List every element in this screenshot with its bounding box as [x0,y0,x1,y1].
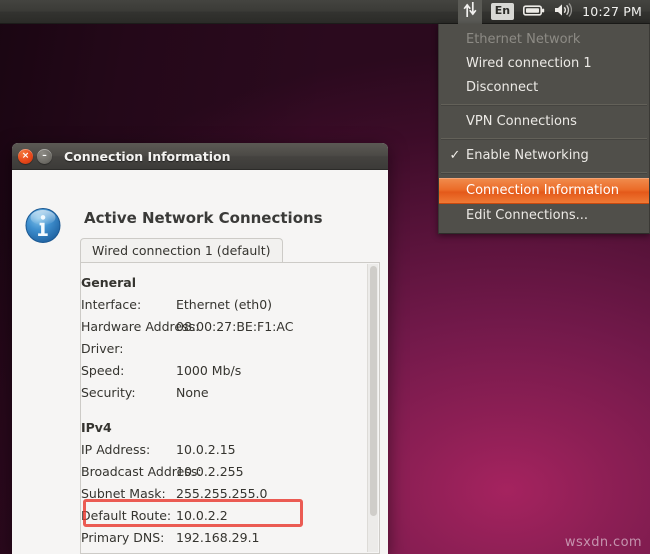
menu-item-vpn-connections[interactable]: VPN Connections [439,110,649,134]
detail-value: 1000 Mb/s [176,362,242,378]
info-icon [22,204,64,246]
detail-value: None [176,384,209,400]
detail-label: Primary DNS: [81,529,165,545]
minimize-button[interactable]: – [37,148,52,164]
scrollbar-thumb[interactable] [370,266,377,516]
detail-value: Ethernet (eth0) [176,296,273,312]
detail-row-ip-address: IP Address: 10.0.2.15 [81,438,376,460]
menu-item-label: Ethernet Network [466,32,581,47]
details-scrollbar[interactable] [367,264,378,552]
detail-label: Hardware Address: [81,318,200,334]
menu-separator [441,104,647,106]
minimize-icon: – [42,151,47,161]
section-title-general: General [81,275,136,290]
network-indicator-button[interactable] [457,0,482,24]
detail-row-subnet-mask: Subnet Mask: 255.255.255.0 [81,482,376,504]
menu-item-label: VPN Connections [466,114,577,129]
detail-value: 192.168.29.1 [176,529,260,545]
details-scroll-area: General Interface: Ethernet (eth0) Hardw… [81,263,379,553]
checkmark-icon: ✓ [449,148,461,163]
notebook-tab-row: Wired connection 1 (default) [80,238,380,263]
detail-row-speed: Speed: 1000 Mb/s [81,359,376,381]
connection-details: General Interface: Ethernet (eth0) Hardw… [81,271,376,548]
detail-value: 10.0.2.255 [176,463,244,479]
detail-row-default-route: Default Route: 10.0.2.2 [81,504,376,526]
top-panel: En 10:27 PM [0,0,650,24]
close-button[interactable]: × [18,148,33,164]
menu-item-ethernet-network: Ethernet Network [439,28,649,52]
detail-value: 255.255.255.0 [176,485,268,501]
detail-row-primary-dns: Primary DNS: 192.168.29.1 [81,526,376,548]
detail-row-driver: Driver: [81,337,376,359]
detail-label: Driver: [81,340,124,356]
menu-item-label: Connection Information [466,183,619,198]
menu-item-edit-connections[interactable]: Edit Connections... [439,204,649,228]
page-title: Active Network Connections [84,209,323,227]
connection-information-window: × – Connection Information Active Networ… [12,143,388,554]
detail-label: Broadcast Address: [81,463,202,479]
tab-wired-connection-1[interactable]: Wired connection 1 (default) [80,238,283,263]
detail-value: 08:00:27:BE:F1:AC [176,318,294,334]
battery-icon [523,2,545,21]
connection-notebook: Wired connection 1 (default) General Int… [80,238,380,554]
battery-indicator[interactable] [523,0,545,24]
menu-item-connection-information[interactable]: Connection Information [439,178,649,204]
menu-item-label: Enable Networking [466,148,589,163]
window-titlebar[interactable]: × – Connection Information [12,143,388,170]
detail-label: Speed: [81,362,125,378]
detail-label: IP Address: [81,441,151,457]
detail-label: Interface: [81,296,142,312]
menu-separator [441,172,647,174]
menu-item-label: Wired connection 1 [466,56,592,71]
section-title-ipv4: IPv4 [81,420,112,435]
detail-row-hardware-address: Hardware Address: 08:00:27:BE:F1:AC [81,315,376,337]
detail-row-security: Security: None [81,381,376,403]
network-up-down-arrows-icon [463,1,477,21]
menu-item-enable-networking[interactable]: ✓ Enable Networking [439,144,649,168]
detail-row-interface: Interface: Ethernet (eth0) [81,293,376,315]
detail-label: Subnet Mask: [81,485,166,501]
volume-indicator[interactable] [554,0,573,24]
keyboard-layout-label: En [490,3,515,20]
menu-item-disconnect[interactable]: Disconnect [439,76,649,100]
detail-label: Security: [81,384,136,400]
menu-item-label: Edit Connections... [466,208,589,223]
panel-indicator-area: En 10:27 PM [457,0,650,24]
detail-label: Default Route: [81,507,172,523]
detail-value: 10.0.2.15 [176,441,236,457]
menu-item-wired-connection-1[interactable]: Wired connection 1 [439,52,649,76]
detail-value: 10.0.2.2 [176,507,228,523]
detail-row-broadcast-address: Broadcast Address: 10.0.2.255 [81,460,376,482]
menu-item-label: Disconnect [466,80,539,95]
network-menu: Ethernet Network Wired connection 1 Disc… [438,24,650,234]
clock-label: 10:27 PM [582,4,642,19]
window-title: Connection Information [64,148,231,164]
notebook-tab-page: General Interface: Ethernet (eth0) Hardw… [80,262,380,554]
watermark: wsxdn.com [564,535,642,550]
close-icon: × [21,151,30,161]
volume-icon [554,2,573,21]
dialog-body: Active Network Connections Wired connect… [12,170,388,554]
menu-separator [441,138,647,140]
keyboard-layout-indicator[interactable]: En [490,0,515,24]
clock-indicator[interactable]: 10:27 PM [581,0,642,24]
